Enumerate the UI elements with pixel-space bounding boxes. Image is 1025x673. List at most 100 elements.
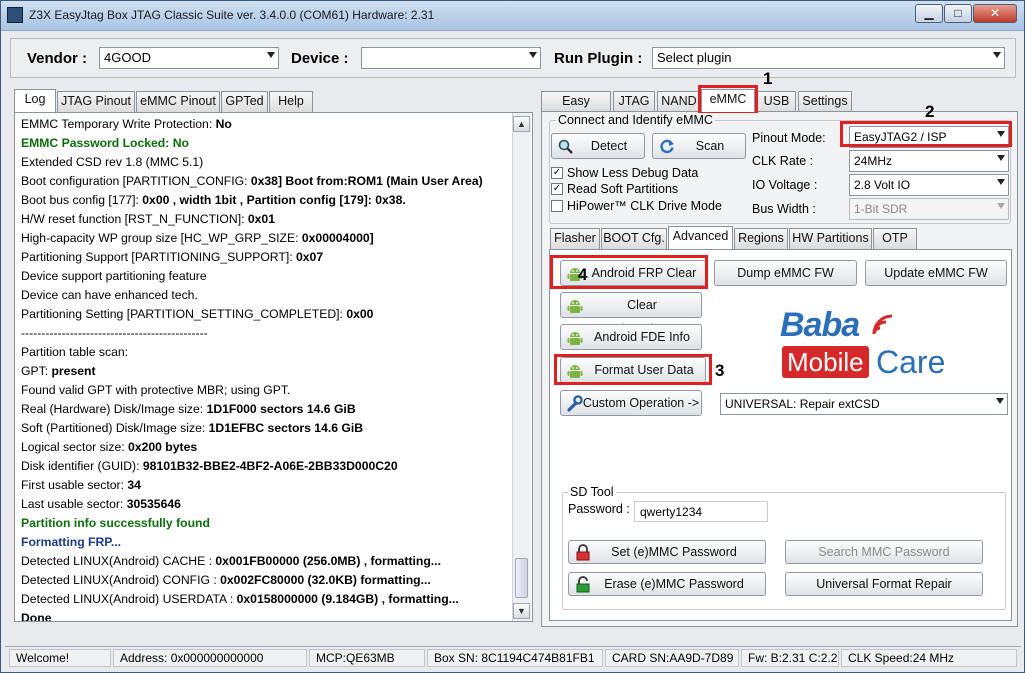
log-output[interactable]: EMMC Temporary Write Protection: No EMMC … [14, 112, 533, 622]
annotation-number-2: 2 [925, 102, 935, 121]
android-fde-info-button[interactable]: Android FDE Info [560, 324, 702, 350]
left-tab-gpted[interactable]: GPTed [221, 91, 268, 112]
sub-tab-flasher[interactable]: Flasher [550, 228, 600, 249]
right-tab-usb[interactable]: USB [757, 91, 796, 112]
log-text: Partition info successfully found [21, 516, 210, 530]
io-voltage-select[interactable]: 2.8 Volt IO [849, 174, 1009, 196]
left-tab-help[interactable]: Help [269, 91, 313, 112]
advanced-panel: Android FRP Clear Dump eMMC FW Update eM… [549, 249, 1012, 621]
close-button[interactable]: ✕ [973, 4, 1017, 23]
scroll-down-icon[interactable]: ▼ [513, 603, 530, 619]
detect-button[interactable]: Detect [551, 133, 645, 159]
sub-tab-hw-partitions[interactable]: HW Partitions [789, 228, 872, 249]
status-box-sn: Box SN: 8C1194C474B81FB1 [427, 649, 603, 667]
bus-width-value: 1-Bit SDR [854, 202, 908, 216]
log-text: H/W reset function [RST_N_FUNCTION]: [21, 212, 248, 226]
vendor-value: 4GOOD [104, 50, 151, 65]
log-text: First usable sector: [21, 478, 128, 492]
log-text: Soft (Partitioned) Disk/Image size: [21, 421, 209, 435]
log-value: 0x0158000000 (9.184GB) , formatting... [236, 592, 459, 606]
custom-label: Custom Operation -> [582, 396, 700, 410]
status-card-sn: CARD SN:AA9D-7D89 [605, 649, 739, 667]
bus-width-label: Bus Width : [752, 202, 816, 216]
maximize-button[interactable]: □ [944, 4, 972, 23]
log-text: Detected LINUX(Android) CACHE : [21, 554, 216, 568]
fde-label: Android FDE Info [594, 330, 690, 344]
log-value: 0x00 , width 1bit , Partition config [17… [142, 193, 406, 207]
log-line: H/W reset function [RST_N_FUNCTION]: 0x0… [21, 212, 275, 226]
plugin-value: Select plugin [657, 50, 732, 65]
clear-pin-button[interactable]: Clear PIN/GST/PASS [560, 292, 702, 336]
log-line: Last usable sector: 30535646 [21, 497, 181, 511]
log-value: 34 [127, 478, 141, 492]
dump-emmc-fw-button[interactable]: Dump eMMC FW [714, 260, 857, 286]
log-text: Device can have enhanced tech. [21, 288, 198, 302]
scan-label: Scan [695, 139, 725, 153]
baba-logo: Baba Mobile Care [778, 306, 948, 384]
log-line: Detected LINUX(Android) CACHE : 0x001FB0… [21, 554, 441, 568]
sub-tab-otp[interactable]: OTP [873, 228, 917, 249]
log-text: Real (Hardware) Disk/Image size: [21, 402, 207, 416]
log-value: 1D1EFBC sectors 14.6 GiB [208, 421, 364, 435]
sub-tab-regions[interactable]: Regions [734, 228, 788, 249]
dump-label: Dump eMMC FW [737, 266, 834, 280]
custom-operation-select[interactable]: UNIVERSAL: Repair extCSD [720, 393, 1008, 415]
log-line: Disk identifier (GUID): 98101B32-BBE2-4B… [21, 459, 398, 473]
minimize-button[interactable]: ▁ [915, 4, 943, 23]
log-scrollbar[interactable]: ▲ ▼ [512, 113, 531, 621]
plugin-select[interactable]: Select plugin [652, 47, 1005, 69]
password-label: Password : [568, 502, 630, 516]
annotation-box-2 [840, 121, 1012, 147]
clk-rate-value: 24MHz [854, 154, 893, 168]
chevron-down-icon [529, 52, 537, 58]
title-bar[interactable]: Z3X EasyJtag Box JTAG Classic Suite ver.… [1, 1, 1024, 31]
log-text: GPT: [21, 364, 52, 378]
show-less-debug-label: Show Less Debug Data [567, 166, 699, 180]
left-tab-log[interactable]: Log [14, 89, 56, 112]
log-text: High-capacity WP group size [HC_WP_GRP_S… [21, 231, 302, 245]
chevron-down-icon [997, 179, 1005, 185]
log-line: EMMC Password Locked: No [21, 136, 189, 150]
universal-format-repair-button[interactable]: Universal Format Repair [785, 572, 983, 596]
hipower-checkbox[interactable] [551, 200, 563, 212]
scroll-thumb[interactable] [515, 558, 528, 598]
scan-button[interactable]: Scan [652, 133, 746, 159]
chevron-down-icon [997, 203, 1005, 209]
update-emmc-fw-button[interactable]: Update eMMC FW [865, 260, 1007, 286]
sub-tab-advanced[interactable]: Advanced [668, 226, 733, 249]
clk-rate-select[interactable]: 24MHz [849, 150, 1009, 172]
right-tab-nand[interactable]: NAND [657, 91, 701, 112]
sub-tab-boot-cfg[interactable]: BOOT Cfg. [601, 228, 667, 249]
left-tab-emmc-pinout[interactable]: eMMC Pinout [136, 91, 220, 112]
wrench-icon [566, 395, 583, 412]
log-value: 0x002FC80000 (32.0KB) formatting... [220, 573, 431, 587]
right-tab-emmc[interactable]: eMMC [701, 89, 755, 112]
annotation-box-3 [554, 354, 712, 385]
custom-operation-button[interactable]: Custom Operation -> [560, 390, 702, 416]
right-tab-settings[interactable]: Settings [798, 91, 852, 112]
android-icon [566, 298, 584, 316]
vendor-select[interactable]: 4GOOD [99, 47, 279, 69]
scroll-up-icon[interactable]: ▲ [513, 116, 530, 132]
show-less-debug-checkbox[interactable]: ✓ [551, 167, 563, 179]
log-value: 0x07 [296, 250, 324, 264]
toolbar-panel: Vendor : 4GOOD Device : Run Plugin : Sel… [10, 38, 1016, 78]
android-icon [566, 330, 584, 348]
password-input[interactable]: qwerty1234 [634, 501, 768, 522]
annotation-number-3: 3 [715, 361, 725, 380]
erase-password-button[interactable]: Erase (e)MMC Password [568, 572, 766, 596]
right-tab-easy-repair[interactable]: Easy Repair [541, 91, 611, 127]
sd-tool-title: SD Tool [568, 485, 616, 499]
magnifier-icon [558, 138, 573, 154]
set-password-button[interactable]: Set (e)MMC Password [568, 540, 766, 564]
log-value: 0x00004000] [301, 231, 374, 245]
left-tab-jtag-pinout[interactable]: JTAG Pinout [57, 91, 135, 112]
annotation-box-4 [550, 255, 708, 289]
status-mcp: MCP:QE63MB [309, 649, 425, 667]
right-tab-jtag[interactable]: JTAG [613, 91, 655, 112]
device-select[interactable] [361, 47, 541, 69]
log-text: Partition table scan: [21, 345, 129, 359]
log-value: 98101B32-BBE2-4BF2-A06E-2BB33D000C20 [142, 459, 398, 473]
pinout-mode-label: Pinout Mode: [752, 131, 826, 145]
read-soft-partitions-checkbox[interactable]: ✓ [551, 183, 563, 195]
